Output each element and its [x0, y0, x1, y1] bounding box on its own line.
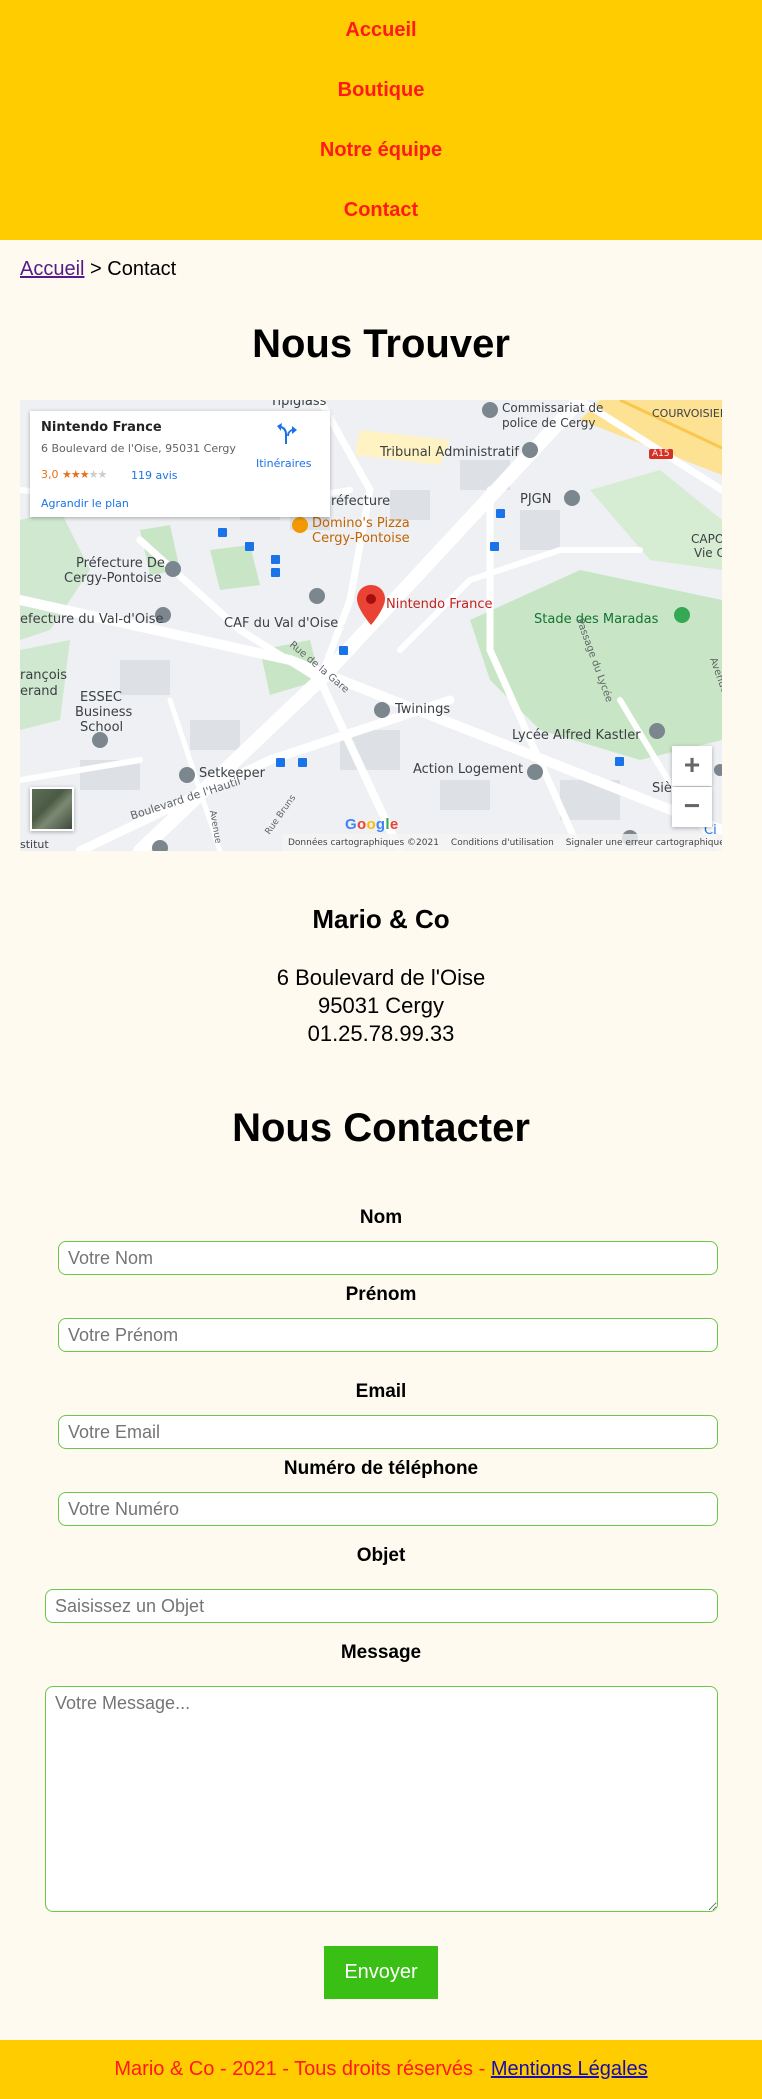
prenom-label: Prénom	[345, 1284, 417, 1305]
prenom-input[interactable]	[58, 1318, 718, 1352]
google-logo: Google	[345, 816, 399, 833]
map-label-capoc-2: Vie C	[694, 546, 722, 560]
company-street: 6 Boulevard de l'Oise	[276, 965, 486, 990]
enlarge-map-link[interactable]: Agrandir le plan	[41, 497, 129, 510]
nav-link-contact[interactable]: Contact	[344, 180, 418, 240]
map-label-dominos: Domino's Pizza	[312, 516, 410, 531]
nom-input[interactable]	[58, 1241, 718, 1275]
nom-label: Nom	[359, 1207, 403, 1228]
objet-input[interactable]	[45, 1589, 718, 1623]
place-address: 6 Boulevard de l'Oise, 95031 Cergy	[41, 442, 236, 455]
company-phone: 01.25.78.99.33	[307, 1021, 455, 1046]
breadcrumb-separator: >	[84, 258, 108, 280]
main-navigation: Accueil Boutique Notre équipe Contact	[0, 0, 762, 240]
map-label-a15: A15	[649, 449, 673, 459]
map-label-courvoisier: COURVOISIER	[652, 407, 722, 420]
breadcrumb-home-link[interactable]: Accueil	[20, 258, 84, 280]
star-rating-icon: ★★★★★	[62, 468, 107, 481]
email-label: Email	[355, 1381, 407, 1402]
phone-label: Numéro de téléphone	[283, 1458, 479, 1479]
reviews-link[interactable]: 119 avis	[131, 469, 178, 482]
nav-link-equipe[interactable]: Notre équipe	[320, 120, 442, 180]
map-marker-label: Nintendo France	[386, 597, 493, 612]
map-label-essec-2: Business	[75, 705, 133, 720]
map-label-siege: Siè	[652, 781, 672, 796]
map-label-francois: rançois	[20, 668, 68, 683]
map-label-prefecture-2: Cergy-Pontoise	[64, 571, 162, 586]
find-us-title: Nous Trouver	[252, 322, 510, 366]
page-footer: Mario & Co - 2021 - Tous droits réservés…	[0, 2040, 762, 2099]
map-label-stade: Stade des Maradas	[534, 612, 659, 627]
map-embed[interactable]: Tipiglass Commissariat de police de Cerg…	[20, 400, 722, 851]
company-address: 6 Boulevard de l'Oise 95031 Cergy 01.25.…	[0, 964, 762, 1048]
map-label-prefecture: Préfecture De	[76, 556, 165, 571]
map-label-twinings: Twinings	[395, 702, 451, 717]
rating-value: 3,0	[41, 468, 59, 481]
place-rating: 3,0 ★★★★★	[41, 468, 107, 481]
message-textarea[interactable]	[45, 1686, 718, 1912]
footer-copyright: Mario & Co - 2021 - Tous droits réservés…	[114, 2058, 491, 2080]
phone-input[interactable]	[58, 1492, 718, 1526]
map-label-val-oise: efecture du Val-d'Oise	[20, 612, 164, 627]
map-label-prefecture-short: réfecture	[331, 494, 391, 509]
map-label-tipiglass: Tipiglass	[270, 400, 327, 409]
nav-link-boutique[interactable]: Boutique	[338, 60, 425, 120]
zoom-out-button[interactable]: −	[672, 787, 712, 827]
breadcrumb-current: Contact	[107, 258, 177, 280]
map-label-dominos-2: Cergy-Pontoise	[312, 531, 410, 546]
place-info-card: Nintendo France 6 Boulevard de l'Oise, 9…	[30, 411, 330, 517]
contact-us-title: Nous Contacter	[232, 1106, 530, 1150]
map-label-action-logement: Action Logement	[413, 762, 524, 777]
message-label: Message	[340, 1642, 422, 1663]
breadcrumb: Accueil > Contact	[20, 258, 176, 281]
google-logo-letter: o	[366, 816, 376, 833]
map-label-capoc: CAPOC	[691, 532, 722, 546]
map-label-tribunal: Tribunal Administratif	[380, 445, 519, 460]
submit-button[interactable]: Envoyer	[324, 1946, 438, 1999]
google-logo-letter: e	[389, 816, 399, 833]
map-data-credit: Données cartographiques ©2021	[288, 837, 439, 848]
place-name: Nintendo France	[41, 420, 162, 435]
satellite-toggle[interactable]	[30, 787, 74, 831]
map-report-link[interactable]: Signaler une erreur cartographique	[566, 838, 722, 848]
google-logo-letter: G	[345, 816, 357, 833]
company-name: Mario & Co	[312, 904, 450, 934]
map-label-essec-3: School	[80, 720, 124, 735]
zoom-in-button[interactable]: +	[672, 746, 712, 786]
map-label-erand: erand	[20, 684, 58, 699]
map-label-essec: ESSEC	[80, 690, 123, 705]
legal-notice-link[interactable]: Mentions Légales	[491, 2058, 648, 2080]
email-input[interactable]	[58, 1415, 718, 1449]
map-label-pjgn: PJGN	[520, 492, 552, 507]
map-label-commissariat-2: police de Cergy	[502, 416, 596, 430]
map-terms-link[interactable]: Conditions d'utilisation	[451, 838, 554, 848]
objet-label: Objet	[356, 1545, 406, 1566]
map-label-caf: CAF du Val d'Oise	[224, 616, 339, 631]
google-logo-letter: g	[375, 816, 386, 833]
map-label-stitut: stitut	[20, 838, 49, 851]
map-attribution: Données cartographiques ©2021 Conditions…	[282, 834, 722, 851]
directions-icon[interactable]	[274, 422, 298, 446]
map-label-lycee: Lycée Alfred Kastler	[512, 728, 641, 743]
directions-label[interactable]: Itinéraires	[256, 457, 311, 470]
nav-link-accueil[interactable]: Accueil	[345, 0, 416, 60]
company-city: 95031 Cergy	[318, 993, 444, 1018]
map-label-commissariat: Commissariat de	[502, 401, 604, 415]
